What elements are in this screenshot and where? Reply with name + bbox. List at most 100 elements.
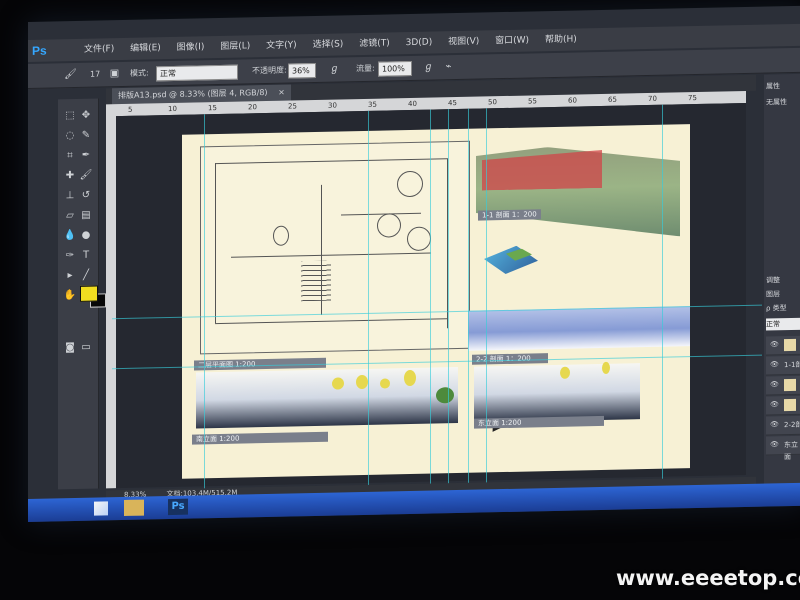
visibility-eye-icon[interactable]: 👁 (770, 400, 779, 408)
right-panels: 属性 无属性 调整 图层 ρ 类型 正常 👁 👁 1-1剖 👁 👁 👁 2-2剖… (764, 73, 800, 485)
quick-mask-icon[interactable]: ◙ (62, 341, 78, 355)
mode-label: 模式: (130, 68, 149, 78)
menu-file[interactable]: 文件(F) (84, 38, 114, 61)
ruler-tick: 25 (288, 102, 297, 111)
plan-wall (231, 252, 431, 258)
layer-row[interactable]: 👁 (766, 335, 800, 356)
ruler-vertical (106, 104, 116, 489)
visibility-eye-icon[interactable]: 👁 (770, 440, 779, 448)
menu-window[interactable]: 窗口(W) (495, 30, 529, 53)
layer-row[interactable]: 👁 (766, 395, 800, 416)
lasso-icon[interactable]: ◌ (62, 129, 78, 143)
flow-input[interactable]: 100% (378, 60, 412, 77)
visibility-eye-icon[interactable]: 👁 (770, 380, 779, 388)
ruler-tick: 55 (528, 97, 537, 106)
close-icon[interactable]: × (278, 88, 285, 97)
crop-icon[interactable]: ⌗ (62, 149, 78, 163)
eyedropper-icon[interactable]: ✒ (78, 149, 94, 163)
no-properties-text: 无属性 (766, 98, 787, 107)
south-elevation-label: 南立面 1:200 (192, 431, 328, 445)
ruler-tick: 65 (608, 95, 617, 104)
menu-layer[interactable]: 图层(L) (220, 35, 250, 58)
pressure-size-icon[interactable]: ⌁ (442, 60, 455, 73)
type-icon[interactable]: T (78, 249, 94, 263)
menu-view[interactable]: 视图(V) (448, 31, 479, 54)
layer-row[interactable]: 👁 1-1剖 (766, 355, 800, 376)
layer-thumbnail (784, 398, 796, 412)
guide-line[interactable] (662, 104, 663, 495)
guide-line[interactable] (448, 109, 449, 500)
menu-filter[interactable]: 滤镜(T) (359, 32, 390, 55)
quick-select-icon[interactable]: ✎ (78, 129, 94, 143)
hand-icon[interactable]: ✋ (62, 289, 78, 303)
visibility-eye-icon[interactable]: 👁 (770, 340, 779, 348)
brush-icon[interactable]: 🖌 (64, 68, 77, 81)
layer-thumbnail (784, 338, 796, 352)
layer-name: 1-1剖 (784, 360, 800, 370)
layer-row[interactable]: 👁 2-2剖 (766, 415, 800, 436)
opacity-input[interactable]: 36% (288, 62, 316, 79)
mode-dropdown[interactable]: 正常 (156, 64, 238, 82)
brush-tool-icon[interactable]: 🖌 (78, 169, 94, 183)
blur-icon[interactable]: 💧 (62, 229, 78, 243)
guide-line[interactable] (468, 108, 469, 499)
layers-tab[interactable]: 图层 (766, 288, 800, 301)
healing-icon[interactable]: ✚ (62, 169, 78, 183)
path-select-icon[interactable]: ▸ (62, 269, 78, 283)
shape-icon[interactable]: ╱ (78, 269, 94, 283)
plan-wall (215, 158, 447, 165)
explorer-icon[interactable] (124, 499, 144, 516)
monitor-screen: Ps 文件(F) 编辑(E) 图像(I) 图层(L) 文字(Y) 选择(S) 滤… (28, 5, 800, 522)
menu-select[interactable]: 选择(S) (313, 33, 344, 56)
ruler-tick: 30 (328, 101, 337, 110)
screen-mode-icon[interactable]: ▭ (78, 341, 94, 355)
photoshop-icon[interactable]: Ps (168, 498, 188, 516)
layer-row[interactable]: 👁 东立面 (766, 435, 800, 462)
ruler-tick: 40 (408, 99, 417, 109)
windows-start-icon[interactable] (94, 501, 108, 516)
adjustments-tab[interactable]: 调整 (766, 274, 800, 287)
south-elevation-image (196, 366, 458, 429)
menu-edit[interactable]: 编辑(E) (130, 37, 161, 60)
menu-3d[interactable]: 3D(D) (406, 32, 433, 55)
section-2-2-image (468, 306, 690, 351)
opacity-label: 不透明度: (252, 65, 287, 76)
brush-panel-icon[interactable]: ▣ (108, 67, 121, 80)
plan-circle (397, 170, 423, 198)
ruler-tick: 20 (248, 103, 257, 112)
ruler-tick: 60 (568, 96, 577, 105)
history-brush-icon[interactable]: ↺ (78, 189, 94, 203)
guide-line[interactable] (204, 114, 205, 505)
blend-mode-dropdown[interactable]: 正常 (766, 317, 800, 331)
dodge-icon[interactable]: ● (78, 229, 94, 243)
layer-kind-filter[interactable]: ρ 类型 (766, 302, 800, 315)
layer-thumbnail (784, 378, 796, 392)
visibility-eye-icon[interactable]: 👁 (770, 360, 779, 368)
menu-help[interactable]: 帮助(H) (545, 29, 577, 52)
marquee-icon[interactable]: ⬚ (62, 109, 78, 123)
eraser-icon[interactable]: ▱ (62, 209, 78, 223)
gradient-icon[interactable]: ▤ (78, 209, 94, 223)
photoshop-logo: Ps (32, 43, 47, 58)
layer-row[interactable]: 👁 (766, 375, 800, 396)
pressure-opacity-icon[interactable]: ℊ (328, 62, 341, 75)
guide-line[interactable] (430, 109, 431, 500)
foreground-color-swatch[interactable] (80, 285, 98, 302)
airbrush-icon[interactable]: ℊ (422, 60, 435, 73)
flow-label: 流量: (356, 63, 375, 74)
guide-line[interactable] (486, 108, 487, 499)
move-icon[interactable]: ✥ (78, 109, 94, 123)
pen-icon[interactable]: ✑ (62, 249, 78, 263)
layer-name: 东立面 (784, 440, 798, 462)
artboard[interactable]: 1-1 剖面 1：200 2-2 剖面 1：200 二层平面图 1:200 南立… (112, 104, 762, 505)
ruler-tick: 75 (688, 93, 697, 103)
ruler-tick: 5 (128, 105, 133, 114)
properties-tab[interactable]: 属性 (766, 80, 800, 93)
stamp-icon[interactable]: ⊥ (62, 189, 78, 203)
canvas-area[interactable]: 1-1 剖面 1：200 2-2 剖面 1：200 二层平面图 1:200 南立… (112, 102, 762, 505)
menu-type[interactable]: 文字(Y) (266, 34, 297, 57)
menu-image[interactable]: 图像(I) (177, 36, 205, 59)
guide-line[interactable] (368, 110, 369, 501)
visibility-eye-icon[interactable]: 👁 (770, 420, 779, 428)
brush-size[interactable]: 17 (90, 62, 100, 86)
